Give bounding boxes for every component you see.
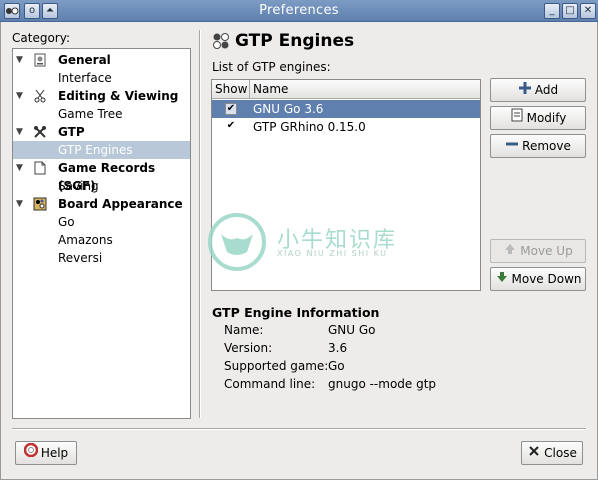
window-title: Preferences xyxy=(259,3,339,18)
watermark-subtext: XIAO NIU ZHI SHI KU xyxy=(277,249,388,258)
show-checkbox[interactable]: ✔ xyxy=(225,103,237,115)
general-icon xyxy=(33,53,47,67)
engine-row[interactable]: ✔ GTP GRhino 0.15.0 xyxy=(212,118,480,136)
category-label: Category: xyxy=(12,31,70,45)
board-icon xyxy=(33,197,47,211)
column-header-show[interactable]: Show xyxy=(212,80,250,99)
info-command-label: Command line: xyxy=(224,377,316,391)
info-version-value: 3.6 xyxy=(328,341,348,355)
sidebar-item-saving[interactable]: Saving xyxy=(13,177,190,195)
arrow-down-icon xyxy=(495,268,509,290)
sidebar-item-label: Interface xyxy=(58,71,112,85)
scissors-icon xyxy=(33,89,47,103)
window-titlebar[interactable]: o ⏶ Preferences _ □ ✕ xyxy=(0,0,598,22)
info-name-value: GNU Go xyxy=(328,323,376,337)
column-header-name[interactable]: Name xyxy=(251,80,288,99)
add-label: Add xyxy=(534,83,559,97)
sidebar-item-editing-viewing[interactable]: ▼ Editing & Viewing xyxy=(13,87,190,105)
engine-info-title: GTP Engine Information xyxy=(212,305,380,320)
modify-label: Modify xyxy=(526,111,567,125)
close-button[interactable]: Close xyxy=(521,441,583,465)
category-tree[interactable]: ▼ General Interface ▼ Editing & Viewing … xyxy=(12,48,191,419)
remove-label: Remove xyxy=(522,139,571,153)
engine-list-label: List of GTP engines: xyxy=(212,60,331,74)
sidebar-item-label: GTP xyxy=(58,125,85,139)
vertical-divider xyxy=(199,30,201,418)
minimize-button[interactable]: _ xyxy=(544,3,560,19)
close-label: Close xyxy=(544,446,577,460)
sidebar-item-label: Go xyxy=(58,215,75,229)
info-command-value: gnugo --mode gtp xyxy=(328,377,437,391)
move-up-label: Move Up xyxy=(520,244,573,258)
info-supported-value: Go xyxy=(328,359,345,373)
expander-down-icon[interactable]: ▼ xyxy=(16,51,23,69)
sidebar-item-game-tree[interactable]: Game Tree xyxy=(13,105,190,123)
info-version-label: Version: xyxy=(224,341,273,355)
horizontal-divider xyxy=(12,428,586,430)
sidebar-item-label: Reversi xyxy=(58,251,103,265)
engine-row[interactable]: ✔ GNU Go 3.6 xyxy=(212,100,480,118)
sidebar-item-reversi[interactable]: Reversi xyxy=(13,249,190,267)
info-supported-label: Supported game: xyxy=(224,359,329,373)
sidebar-item-label: General xyxy=(58,53,111,67)
sidebar-item-game-records[interactable]: ▼ Game Records (SGF) xyxy=(13,159,190,193)
modify-icon xyxy=(510,107,524,129)
sidebar-item-go[interactable]: Go xyxy=(13,213,190,231)
engine-name: GNU Go 3.6 xyxy=(253,102,324,116)
sidebar-item-general[interactable]: ▼ General xyxy=(13,51,190,69)
close-window-button[interactable]: ✕ xyxy=(580,3,596,19)
gtp-engines-icon xyxy=(211,32,231,50)
sidebar-item-gtp[interactable]: ▼ GTP xyxy=(13,123,190,141)
document-icon xyxy=(33,161,47,175)
sidebar-item-label: GTP Engines xyxy=(58,143,133,157)
sidebar-item-label: Board Appearance xyxy=(58,197,183,211)
sidebar-item-label: Game Tree xyxy=(58,107,123,121)
add-button[interactable]: Add xyxy=(490,78,586,102)
list-header: Show Name xyxy=(212,80,480,99)
sidebar-item-label: Saving xyxy=(58,179,99,193)
expander-down-icon[interactable]: ▼ xyxy=(16,123,23,141)
show-checkbox[interactable]: ✔ xyxy=(225,121,237,133)
maximize-button[interactable]: □ xyxy=(562,3,578,19)
help-icon xyxy=(23,442,39,464)
add-icon xyxy=(518,79,532,101)
gtp-icon xyxy=(33,125,47,139)
arrow-up-icon xyxy=(503,240,517,262)
close-icon xyxy=(527,442,541,464)
help-button[interactable]: Help xyxy=(15,441,77,465)
sidebar-item-label: Amazons xyxy=(58,233,113,247)
move-down-label: Move Down xyxy=(511,272,582,286)
sidebar-item-board-appearance[interactable]: ▼ Board Appearance xyxy=(13,195,190,213)
move-up-button[interactable]: Move Up xyxy=(490,239,586,263)
modify-button[interactable]: Modify xyxy=(490,106,586,130)
help-label: Help xyxy=(40,446,69,460)
sidebar-item-gtp-engines[interactable]: GTP Engines xyxy=(13,141,190,159)
expander-down-icon[interactable]: ▼ xyxy=(16,159,23,177)
remove-icon xyxy=(505,135,519,157)
page-title: GTP Engines xyxy=(235,31,355,51)
sidebar-item-amazons[interactable]: Amazons xyxy=(13,231,190,249)
watermark-logo-icon xyxy=(208,213,266,271)
info-name-label: Name: xyxy=(224,323,264,337)
watermark: 小牛知识库 XIAO NIU ZHI SHI KU xyxy=(207,212,417,272)
remove-button[interactable]: Remove xyxy=(490,134,586,158)
sidebar-item-label: Editing & Viewing xyxy=(58,89,179,103)
move-down-button[interactable]: Move Down xyxy=(490,267,586,291)
engine-name: GTP GRhino 0.15.0 xyxy=(253,120,366,134)
expander-down-icon[interactable]: ▼ xyxy=(16,195,23,213)
sidebar-item-interface[interactable]: Interface xyxy=(13,69,190,87)
expander-down-icon[interactable]: ▼ xyxy=(16,87,23,105)
